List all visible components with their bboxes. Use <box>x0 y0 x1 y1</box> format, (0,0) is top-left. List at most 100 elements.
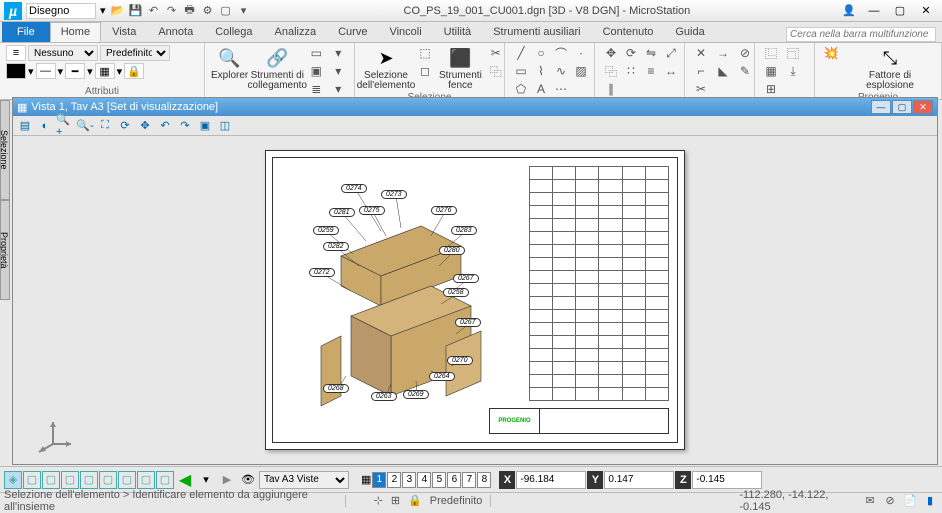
circle-icon[interactable]: ○ <box>531 45 551 61</box>
view-custom-button[interactable]: ▢ <box>156 471 174 489</box>
chevron-down-icon[interactable]: ▾ <box>117 65 123 78</box>
minimize-button[interactable]: — <box>862 3 886 19</box>
hatch-icon[interactable]: ▨ <box>571 63 591 79</box>
select-none-icon[interactable]: ◻ <box>415 63 435 79</box>
chevron-down-icon[interactable]: ▾ <box>58 65 64 78</box>
explosion-factor-button[interactable]: ⤡Fattore di esplosione <box>845 45 935 91</box>
attach-tools-button[interactable]: 🔗Strumenti di collegamento <box>252 45 302 91</box>
x-coord-input[interactable] <box>516 471 586 489</box>
refs-icon[interactable]: ▣ <box>306 63 326 79</box>
view-number-4[interactable]: 4 <box>417 472 431 488</box>
color-icon[interactable] <box>6 63 26 79</box>
lock-icon[interactable]: 🔒 <box>124 63 144 79</box>
level-icon[interactable]: ≡ <box>6 45 26 61</box>
active-level[interactable]: Predefinito <box>430 495 483 507</box>
arc-icon[interactable]: ⌒ <box>551 45 571 61</box>
text-icon[interactable]: A <box>531 81 551 97</box>
tab-annota[interactable]: Annota <box>147 22 204 42</box>
tab-analizza[interactable]: Analizza <box>264 22 328 42</box>
tab-utilita[interactable]: Utilità <box>433 22 483 42</box>
tab-home[interactable]: Home <box>50 22 101 42</box>
close-button[interactable]: ✕ <box>913 100 933 114</box>
fence-tools-button[interactable]: ⬛Strumenti fence <box>439 45 482 91</box>
side-tab-properties[interactable]: Proprietà <box>0 200 10 300</box>
design-history-icon[interactable]: 📄 <box>902 494 918 508</box>
workflow-select[interactable] <box>26 3 96 19</box>
stretch-icon[interactable]: ↔ <box>661 63 681 79</box>
print-icon[interactable]: 🖶 <box>182 3 198 19</box>
view-front-button[interactable]: ▢ <box>42 471 60 489</box>
maximize-button[interactable]: ▢ <box>892 100 912 114</box>
chevron-down-icon[interactable]: ▾ <box>100 4 106 17</box>
polyline-icon[interactable]: ⌇ <box>531 63 551 79</box>
zoom-in-icon[interactable]: 🔍+ <box>56 118 74 134</box>
view-bottom-button[interactable]: ▢ <box>99 471 117 489</box>
fill-icon[interactable]: ▦ <box>95 63 115 79</box>
pan-icon[interactable]: ✥ <box>136 118 154 134</box>
chamfer-icon[interactable]: ◣ <box>713 63 733 79</box>
rotate-view-icon[interactable]: ⟳ <box>116 118 134 134</box>
snap-icon[interactable]: ⊹ <box>374 494 383 507</box>
tab-contenuto[interactable]: Contenuto <box>592 22 665 42</box>
view-number-5[interactable]: 5 <box>432 472 446 488</box>
graphic-group-icon[interactable]: ⊞ <box>761 81 781 97</box>
extend-icon[interactable]: → <box>713 45 733 61</box>
no-pending-icon[interactable]: ⊘ <box>882 494 898 508</box>
clip-volume-icon[interactable]: ▣ <box>196 118 214 134</box>
modify-icon[interactable]: ✎ <box>735 63 755 79</box>
nav-back-button[interactable]: ◀ <box>175 471 195 489</box>
polygon-icon[interactable]: ⬠ <box>511 81 531 97</box>
tab-curve[interactable]: Curve <box>327 22 378 42</box>
align-icon[interactable]: ≡ <box>641 63 661 79</box>
view-grip-icon[interactable]: ▦ <box>17 101 27 114</box>
y-coord-input[interactable] <box>604 471 674 489</box>
view-top-button[interactable]: ▢ <box>23 471 41 489</box>
view-left-button[interactable]: ▢ <box>80 471 98 489</box>
curve-icon[interactable]: ∿ <box>551 63 571 79</box>
undo-icon[interactable]: ↶ <box>146 3 162 19</box>
view-number-6[interactable]: 6 <box>447 472 461 488</box>
maximize-button[interactable]: ▢ <box>888 3 912 19</box>
copy-icon[interactable]: ⿻ <box>486 63 506 79</box>
break-icon[interactable]: ⊘ <box>735 45 755 61</box>
line-icon[interactable]: ╱ <box>511 45 531 61</box>
levels-icon[interactable]: ≣ <box>306 81 326 97</box>
chevron-down-icon[interactable]: ▾ <box>328 45 348 61</box>
lock-icon[interactable]: 🔒 <box>408 494 422 507</box>
view-right-button[interactable]: ▢ <box>61 471 79 489</box>
ungroup-icon[interactable]: ⿹ <box>783 45 803 61</box>
chevron-down-icon[interactable]: ▾ <box>28 65 34 78</box>
tab-vista[interactable]: Vista <box>101 22 147 42</box>
tab-guida[interactable]: Guida <box>664 22 715 42</box>
models-icon[interactable]: ▭ <box>306 45 326 61</box>
tab-strumenti-ausiliari[interactable]: Strumenti ausiliari <box>482 22 591 42</box>
view-iso-button[interactable]: ◈ <box>4 471 22 489</box>
view-number-2[interactable]: 2 <box>387 472 401 488</box>
more-icon[interactable]: ⋯ <box>551 81 571 97</box>
linestyle-icon[interactable]: — <box>36 63 56 79</box>
scale-icon[interactable]: ⤢ <box>661 45 681 61</box>
ribbon-search-input[interactable] <box>786 27 936 42</box>
user-icon[interactable]: 👤 <box>842 4 856 17</box>
view-canvas[interactable]: 0274027302810275027602590283028202800272… <box>13 136 937 464</box>
side-tab-selection[interactable]: Selezione dell'elemento <box>0 100 10 200</box>
point-icon[interactable]: ∙ <box>571 45 591 61</box>
mirror-icon[interactable]: ⇋ <box>641 45 661 61</box>
copy-icon[interactable]: ⿻ <box>601 63 621 79</box>
array-icon[interactable]: ∷ <box>621 63 641 79</box>
view-group-select[interactable]: Tav A3 Viste <box>259 471 349 489</box>
view-previous-icon[interactable]: ↶ <box>156 118 174 134</box>
trim-icon[interactable]: ✕ <box>691 45 711 61</box>
view-next-icon[interactable]: ↷ <box>176 118 194 134</box>
tab-file[interactable]: File <box>2 22 50 42</box>
chevron-down-icon[interactable]: ▾ <box>236 3 252 19</box>
explorer-button[interactable]: 🔍Explorer <box>211 45 248 81</box>
view-number-7[interactable]: 7 <box>462 472 476 488</box>
nav-forward-button[interactable]: ▶ <box>217 471 237 489</box>
views-icon[interactable]: ▢ <box>218 3 234 19</box>
open-icon[interactable]: 📂 <box>110 3 126 19</box>
drop-icon[interactable]: ⤓ <box>783 63 803 79</box>
zoom-out-icon[interactable]: 🔍- <box>76 118 94 134</box>
message-center-icon[interactable]: ✉ <box>862 494 878 508</box>
element-selection-button[interactable]: ➤Selezione dell'elemento <box>361 45 411 91</box>
